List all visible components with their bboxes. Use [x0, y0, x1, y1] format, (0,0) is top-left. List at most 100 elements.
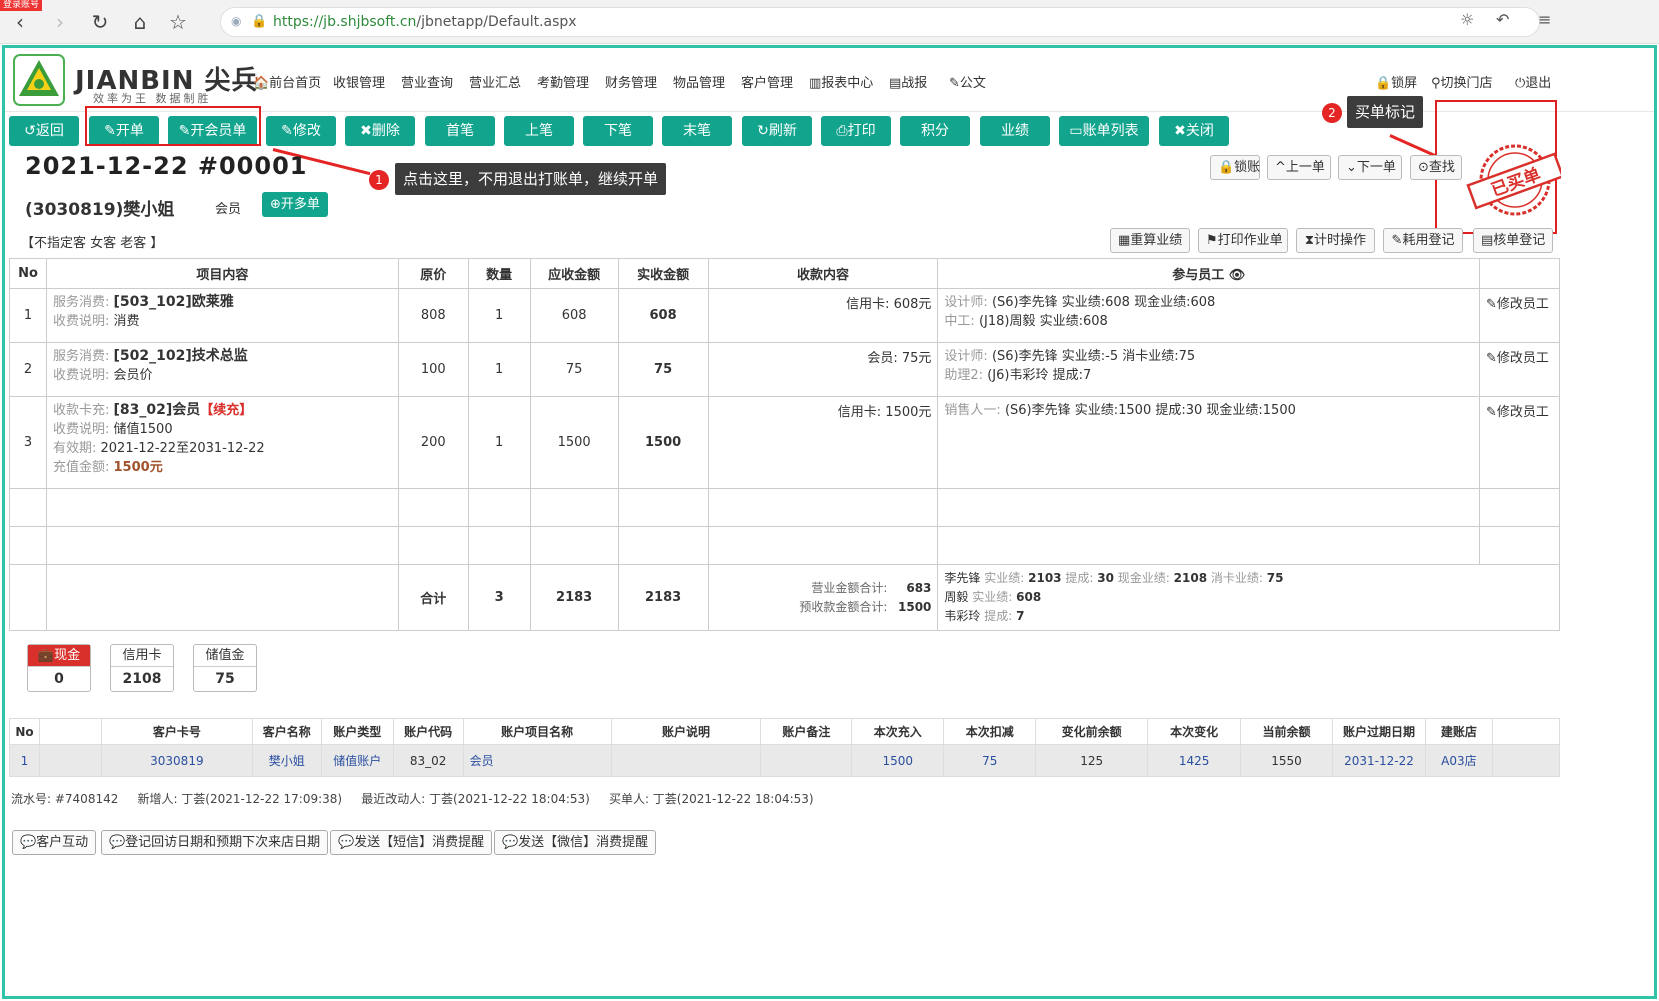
toolbar-button[interactable]: ▭账单列表 — [1059, 116, 1149, 146]
staff-name: (J18)周毅 — [978, 314, 1036, 329]
item-line-label: 收费说明: — [52, 368, 110, 383]
account-header: 账户备注 — [760, 718, 853, 745]
footer-button[interactable]: 💬发送【微信】消费提醒 — [494, 830, 657, 855]
paid-stamp-icon: 已买单 — [1466, 144, 1561, 216]
order-items-table: No 项目内容 原价 数量 应收金额 实收金额 收款内容 参与员工 👁 1 服务消费: [503… — [9, 258, 1560, 631]
order-action-button[interactable]: ▦重算业绩 — [1110, 228, 1190, 253]
toolbar-button[interactable]: ⎙打印 — [821, 116, 891, 146]
customer-name[interactable]: (3030819)樊小姐 — [25, 195, 174, 220]
footer-button[interactable]: 💬客户互动 — [12, 830, 97, 855]
open-multi-button[interactable]: ⊕开多单 — [262, 192, 328, 217]
paid-cell: 608 — [617, 288, 709, 343]
toolbar-button[interactable]: 业绩 — [980, 116, 1050, 146]
account-header: No — [9, 718, 40, 745]
top-right-item[interactable]: ⚲切换门店 — [1431, 72, 1493, 91]
edit-staff-cell: ✎修改员工 — [1479, 396, 1560, 489]
empty-cell — [45, 564, 399, 631]
top-nav-item[interactable]: 物品管理 — [673, 72, 725, 91]
toolbar-button[interactable]: ✖关闭 — [1159, 116, 1229, 146]
top-nav-item[interactable]: ✎公文 — [949, 72, 986, 91]
sun-icon[interactable]: ☼ — [1460, 10, 1474, 29]
top-nav-item[interactable]: 客户管理 — [741, 72, 793, 91]
site-icon: ◉ — [231, 14, 242, 28]
order-action-button[interactable]: ⧗计时操作 — [1296, 228, 1375, 253]
edit-staff-link[interactable]: ✎修改员工 — [1486, 405, 1549, 420]
top-nav-item[interactable]: ▥报表中心 — [809, 72, 873, 91]
account-header: 账户说明 — [610, 718, 762, 745]
toolbar-button[interactable]: 积分 — [900, 116, 970, 146]
account-header — [38, 718, 102, 745]
table-row: 2 服务消费: [502_102]技术总监 收费说明: 会员价 100 1 75 75 会员:… — [9, 342, 1560, 397]
payment-box[interactable]: 储值金 75 — [193, 644, 257, 692]
edit-staff-link[interactable]: ✎修改员工 — [1486, 351, 1549, 366]
order-action-button[interactable]: ✎耗用登记 — [1383, 228, 1463, 253]
top-nav-item[interactable]: ▤战报 — [889, 72, 927, 91]
table-header: 原价 — [397, 258, 469, 289]
toolbar-button[interactable]: ✎修改 — [266, 116, 336, 146]
order-action-button[interactable]: ⚑打印作业单 — [1198, 228, 1288, 253]
item-line-label: 充值金额: — [52, 460, 110, 475]
top-nav-item[interactable]: 收银管理 — [333, 72, 385, 91]
price-cell: 808 — [397, 288, 469, 343]
top-nav-item[interactable]: 🏠前台首页 — [253, 72, 321, 91]
toolbar-button[interactable]: ✎开会员单 — [168, 116, 257, 146]
item-line-value: 1500元 — [113, 460, 163, 475]
menu-icon[interactable]: ≡ — [1538, 10, 1551, 29]
totals-row: 合计 3 2183 2183 营业金额合计: 683 预收款金额合计: 1500 李先锋 实业绩… — [9, 564, 1560, 631]
row-number: 2 — [9, 342, 47, 397]
edit-staff-link[interactable]: ✎修改员工 — [1486, 297, 1549, 312]
toolbar-button[interactable]: 上笔 — [504, 116, 574, 146]
order-nav-button[interactable]: 🔒锁账 — [1210, 155, 1260, 180]
account-header: 本次充入 — [851, 718, 945, 745]
footer-button[interactable]: 💬发送【短信】消费提醒 — [330, 830, 493, 855]
top-nav-item[interactable]: 考勤管理 — [537, 72, 589, 91]
toolbar-button[interactable]: ✎开单 — [89, 116, 159, 146]
order-action-button[interactable]: ▤核单登记 — [1473, 228, 1553, 253]
staff-line: 设计师: (S6)李先锋 实业绩:608 现金业绩:608 — [944, 293, 1473, 312]
toolbar-button[interactable]: ✖删除 — [345, 116, 415, 146]
staff-role: 设计师: — [944, 295, 988, 310]
payment-label: 信用卡 — [111, 645, 173, 667]
footer-button[interactable]: 💬登记回访日期和预期下次来店日期 — [101, 830, 329, 855]
toolbar-button[interactable]: 下笔 — [583, 116, 653, 146]
top-nav-item[interactable]: 财务管理 — [605, 72, 657, 91]
staff-perf: 实业绩:608 — [1039, 314, 1108, 329]
staff-perf: 提成:7 — [1052, 368, 1092, 383]
home-icon[interactable]: ⌂ — [128, 10, 152, 34]
account-table: No 客户卡号 客户名称 账户类型 账户代码 账户项目名称 账户说明 账户备注 本次充入 本次扣减… — [9, 718, 1561, 777]
account-cell: A03店 — [1424, 744, 1493, 777]
payment-label: 储值金 — [194, 645, 256, 667]
toolbar-button[interactable]: 首笔 — [425, 116, 495, 146]
order-nav-button[interactable]: ⌄下一单 — [1338, 155, 1402, 180]
toolbar-button[interactable]: ↺返回 — [9, 116, 79, 146]
staff-role: 设计师: — [944, 349, 988, 364]
toolbar-button[interactable]: ↻刷新 — [742, 116, 812, 146]
staff-role: 中工: — [944, 314, 975, 329]
undo-icon[interactable]: ↶ — [1496, 10, 1509, 29]
edit-staff-cell: ✎修改员工 — [1479, 288, 1560, 343]
top-right-item[interactable]: 🔒锁屏 — [1375, 72, 1417, 91]
star-icon[interactable]: ☆ — [166, 10, 190, 34]
empty-cell — [45, 526, 399, 565]
forward-icon[interactable]: › — [48, 10, 72, 34]
created-by: 新增人: 丁荟(2021-12-22 17:09:38) — [137, 792, 343, 806]
address-bar[interactable]: ◉ 🔒 https://jb.shjbsoft.cn/jbnetapp/Defa… — [220, 7, 1540, 37]
payment-box[interactable]: 💼现金 0 — [27, 644, 91, 692]
order-nav-button[interactable]: ^上一单 — [1267, 155, 1331, 180]
account-cell — [38, 744, 102, 777]
prepaid-total: 预收款金额合计: 1500 — [715, 598, 931, 617]
empty-cell — [529, 488, 619, 527]
back-icon[interactable]: ‹ — [8, 10, 32, 34]
reload-icon[interactable]: ↻ — [88, 10, 112, 34]
top-right-item[interactable]: ⏻退出 — [1515, 72, 1551, 91]
due-cell: 75 — [529, 342, 619, 397]
top-nav-item[interactable]: 营业汇总 — [469, 72, 521, 91]
paid-cell: 1500 — [617, 396, 709, 489]
staff-content: 销售人一: (S6)李先锋 实业绩:1500 提成:30 现金业绩:1500 — [937, 396, 1480, 489]
top-nav-item[interactable]: 营业查询 — [401, 72, 453, 91]
staff-line: 设计师: (S6)李先锋 实业绩:-5 消卡业绩:75 — [944, 347, 1473, 366]
order-nav-button[interactable]: ⊙查找 — [1410, 155, 1462, 180]
empty-row — [9, 488, 1560, 527]
toolbar-button[interactable]: 末笔 — [662, 116, 732, 146]
payment-box[interactable]: 信用卡 2108 — [110, 644, 174, 692]
